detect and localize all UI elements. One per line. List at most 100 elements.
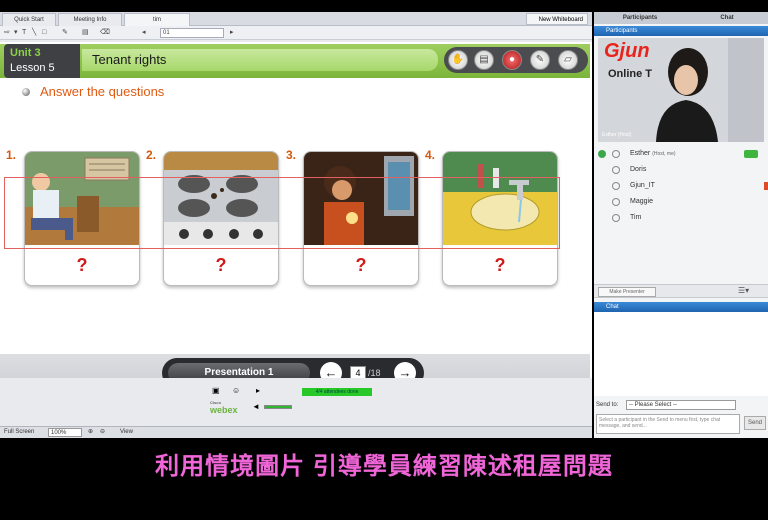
bullet-icon [22, 88, 30, 96]
participant-row[interactable]: Tim [594, 210, 768, 226]
shape-icon[interactable]: □ [42, 26, 46, 40]
volume-slider[interactable] [264, 405, 292, 409]
chat-history [594, 312, 768, 396]
marker-icon[interactable]: ✎ [530, 50, 550, 70]
person-icon[interactable]: ☺ [232, 386, 240, 395]
participant-actions-bar: Make Presenter ☰▾ [594, 284, 768, 298]
tab-chat[interactable]: Chat [686, 12, 768, 24]
participant-row[interactable]: Maggie [594, 194, 768, 210]
share-icon[interactable]: ▣ [212, 386, 220, 395]
answer-placeholder: ? [76, 255, 88, 275]
mic-icon[interactable]: ▸ [256, 386, 260, 395]
video-caption: Esther (Host) [602, 132, 632, 138]
chat-send-area: Send to: -- Please Select -- Select a pa… [594, 398, 768, 438]
sick-man-picture [25, 152, 139, 245]
webex-label: webex [210, 405, 238, 415]
card-number-4: 4. [425, 148, 436, 162]
participant-name: Gjun_IT [630, 182, 655, 189]
new-whiteboard-button[interactable]: New Whiteboard [525, 13, 588, 25]
video-sub-text: Online T [608, 68, 652, 80]
card-number-3: 3. [286, 148, 297, 162]
picture-card-4: ? [442, 151, 558, 286]
zoom-out-icon[interactable]: ⊖ [100, 427, 105, 438]
document-icon[interactable]: ▤ [474, 50, 494, 70]
participant-row[interactable]: Esther (Host, me) [594, 146, 768, 162]
top-black-bar [0, 0, 768, 12]
slide-canvas: Unit 3 Lesson 5 Tenant rights ✋ ▤ ● ✎ ▱ … [0, 42, 592, 404]
picture-card-2: ? [163, 151, 279, 286]
presenter-ball-icon [598, 150, 606, 158]
picture-card-1: ? [24, 151, 140, 286]
answer-placeholder: ? [215, 255, 227, 275]
slide-title: Tenant rights [82, 49, 438, 71]
phone-icon [612, 182, 620, 190]
full-screen-button[interactable]: Full Screen [4, 427, 34, 438]
prev-page-icon[interactable]: ◂ [142, 26, 146, 40]
phone-icon [612, 198, 620, 206]
eraser-tool-icon[interactable]: ▱ [558, 50, 578, 70]
make-presenter-button[interactable]: Make Presenter [598, 287, 656, 297]
tab-quick-start[interactable]: Quick Start [2, 13, 56, 26]
flag-icon [764, 182, 768, 190]
phone-icon [612, 214, 620, 222]
page-number-field[interactable]: 01 [160, 28, 224, 38]
send-to-select[interactable]: -- Please Select -- [626, 400, 736, 410]
video-subtitle: 利用情境圖片 引導學員練習陳述租屋問題 [155, 453, 613, 480]
question-title: Answer the questions [40, 84, 165, 99]
participants-header[interactable]: Participants [594, 26, 768, 36]
eraser-icon[interactable]: ⌫ [100, 26, 110, 40]
participant-name: Maggie [630, 198, 653, 205]
record-icon[interactable]: ● [502, 50, 522, 70]
unit-lesson-box: Unit 3 Lesson 5 [4, 44, 80, 78]
phone-icon [612, 166, 620, 174]
unit-label: Unit 3 [10, 47, 41, 59]
view-menu[interactable]: View [120, 427, 133, 438]
participant-name: Esther (Host, me) [630, 150, 676, 157]
participant-row[interactable]: Doris [594, 162, 768, 178]
annotation-toolbar: ⇨ ▾ T ╲ □ ✎ ▤ ⌫ ◂ 01 ▸ [0, 26, 592, 40]
host-video: Gjun Online T Esther (Host) [598, 38, 764, 142]
participant-row[interactable]: Gjun_IT [594, 178, 768, 194]
text-icon[interactable]: T [22, 26, 26, 40]
participant-name: Tim [630, 214, 642, 221]
highlighter-icon[interactable]: ▤ [82, 26, 89, 40]
arrow-icon[interactable]: ⇨ [4, 26, 10, 40]
card-number-2: 2. [146, 148, 157, 162]
list-options-icon[interactable]: ☰▾ [738, 286, 749, 295]
participant-name: Doris [630, 166, 647, 173]
answer-placeholder: ? [494, 255, 506, 275]
panel-tabs: Participants Chat [594, 12, 768, 24]
card-number-1: 1. [6, 148, 17, 162]
chat-header[interactable]: Chat [594, 302, 768, 312]
line-icon[interactable]: ╲ [32, 26, 36, 40]
send-button[interactable]: Send [744, 416, 766, 430]
document-tabs: Quick Start Meeting Info tim New Whitebo… [0, 12, 592, 26]
slide-tool-icons: ✋ ▤ ● ✎ ▱ [444, 47, 588, 73]
send-to-label: Send to: [596, 402, 619, 408]
whiteboard-pane: Quick Start Meeting Info tim New Whitebo… [0, 12, 592, 438]
next-page-icon[interactable]: ▸ [230, 26, 234, 40]
meeting-controls: ▣ ☺ ▸ 4/4 attendees done Cisco webex ◄ [0, 378, 592, 426]
dirty-stove-picture [164, 152, 278, 245]
tab-meeting-info[interactable]: Meeting Info [58, 13, 122, 26]
camera-icon[interactable] [744, 150, 758, 158]
dark-room-picture [304, 152, 418, 245]
zoom-select[interactable]: 100% [48, 428, 82, 437]
zoom-in-icon[interactable]: ⊕ [88, 427, 93, 438]
hand-icon[interactable]: ✋ [448, 50, 468, 70]
pointer-icon[interactable]: ▾ [14, 26, 18, 40]
answer-placeholder: ? [355, 255, 367, 275]
video-brand-text: Gjun [604, 40, 650, 62]
tab-participants[interactable]: Participants [594, 12, 686, 24]
pen-icon[interactable]: ✎ [62, 26, 68, 40]
leaking-sink-picture [443, 152, 557, 245]
status-indicator: 4/4 attendees done [302, 388, 372, 396]
picture-card-3: ? [303, 151, 419, 286]
phone-icon [612, 150, 620, 158]
lesson-label: Lesson 5 [10, 62, 55, 74]
speaker-icon: ◄ [252, 402, 260, 411]
tab-tim[interactable]: tim [124, 13, 190, 26]
chat-input[interactable]: Select a participant in the Send to menu… [596, 414, 740, 434]
webex-logo: Cisco webex [210, 400, 238, 415]
bottom-status-bar: Full Screen 100% ⊕ ⊖ View [0, 426, 592, 438]
